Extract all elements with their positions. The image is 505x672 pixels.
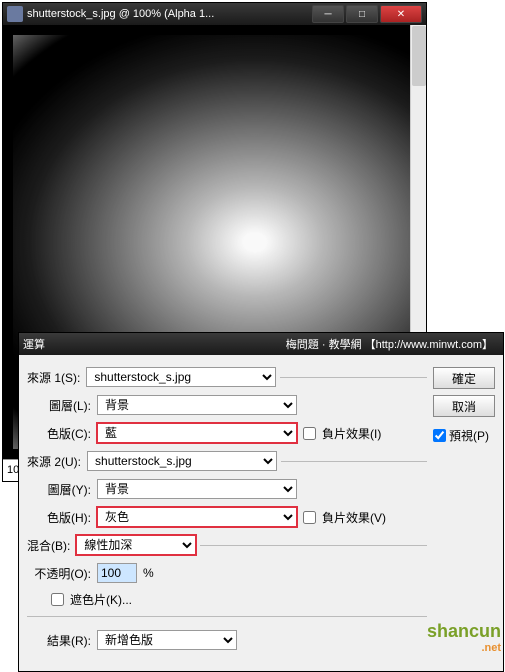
image-window-titlebar[interactable]: shutterstock_s.jpg @ 100% (Alpha 1... ─ …: [3, 3, 426, 25]
opacity-input[interactable]: [97, 563, 137, 583]
blend-mode-select[interactable]: 線性加深: [76, 535, 196, 555]
cancel-button[interactable]: 取消: [433, 395, 495, 417]
preview-row[interactable]: 預視(P): [433, 427, 495, 444]
source1-layer-select[interactable]: 背景: [97, 395, 297, 415]
app-icon: [7, 6, 23, 22]
source2-layer-label: 圖層(Y):: [27, 481, 91, 498]
ok-button[interactable]: 確定: [433, 367, 495, 389]
source2-layer-select[interactable]: 背景: [97, 479, 297, 499]
mask-checkbox[interactable]: [51, 593, 64, 606]
source1-label: 來源 1(S):: [27, 369, 80, 386]
source1-invert-label: 負片效果(I): [322, 425, 381, 442]
source2-invert-label: 負片效果(V): [322, 509, 386, 526]
dialog-title: 運算: [23, 336, 286, 352]
preview-label: 預視(P): [449, 427, 489, 444]
opacity-suffix: %: [143, 566, 154, 580]
maximize-button[interactable]: □: [346, 5, 378, 23]
source2-label: 來源 2(U):: [27, 453, 81, 470]
image-window-title: shutterstock_s.jpg @ 100% (Alpha 1...: [27, 8, 312, 20]
source2-channel-label: 色版(H):: [27, 509, 91, 526]
opacity-label: 不透明(O):: [27, 565, 91, 582]
dialog-titlebar[interactable]: 運算 梅問題 · 教學網 【http://www.minwt.com】: [19, 333, 503, 355]
source2-channel-select[interactable]: 灰色: [97, 507, 297, 527]
dialog-subtitle: 梅問題 · 教學網 【http://www.minwt.com】: [286, 336, 493, 352]
source1-channel-select[interactable]: 藍: [97, 423, 297, 443]
minimize-button[interactable]: ─: [312, 5, 344, 23]
close-button[interactable]: ✕: [380, 5, 422, 23]
watermark: shancun .net: [427, 621, 501, 654]
source1-channel-label: 色版(C):: [27, 425, 91, 442]
scroll-thumb[interactable]: [412, 26, 426, 86]
source2-file-select[interactable]: shutterstock_s.jpg: [87, 451, 277, 471]
blend-label: 混合(B):: [27, 537, 70, 554]
source1-invert-checkbox[interactable]: [303, 427, 316, 440]
result-select[interactable]: 新增色版: [97, 630, 237, 650]
source2-invert-checkbox[interactable]: [303, 511, 316, 524]
preview-checkbox[interactable]: [433, 429, 446, 442]
result-label: 結果(R):: [27, 632, 91, 649]
source1-file-select[interactable]: shutterstock_s.jpg: [86, 367, 276, 387]
source1-layer-label: 圖層(L):: [27, 397, 91, 414]
mask-label: 遮色片(K)...: [70, 591, 132, 608]
